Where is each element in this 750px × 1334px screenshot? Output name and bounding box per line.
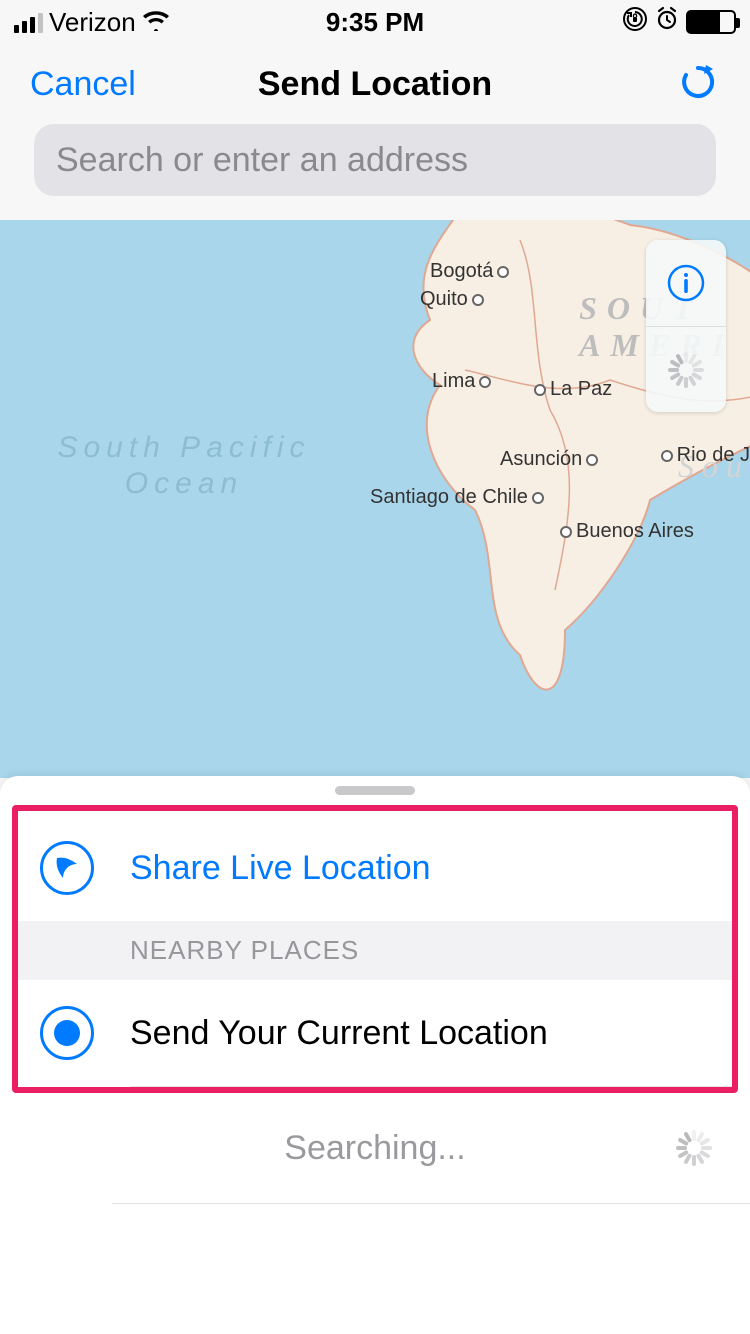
map-controls: [646, 240, 726, 412]
carrier-label: Verizon: [49, 7, 136, 38]
current-location-icon: [38, 1004, 96, 1062]
city-quito: Quito: [420, 288, 488, 311]
share-live-location-row[interactable]: Share Live Location: [18, 815, 732, 921]
send-current-label: Send Your Current Location: [96, 1014, 732, 1053]
nearby-places-header: NEARBY PLACES: [18, 921, 732, 980]
sheet-grabber[interactable]: [335, 786, 415, 795]
cellular-signal-icon: [14, 11, 43, 33]
city-lapaz: La Paz: [530, 378, 612, 401]
loading-spinner-icon: [674, 1128, 714, 1168]
send-current-location-row[interactable]: Send Your Current Location: [18, 980, 732, 1086]
refresh-button[interactable]: [676, 60, 720, 109]
loading-spinner-icon: [666, 350, 706, 390]
divider: [130, 1086, 732, 1087]
cancel-button[interactable]: Cancel: [30, 65, 136, 104]
search-input[interactable]: [34, 124, 716, 196]
map-locate-button[interactable]: [646, 326, 726, 412]
map-info-button[interactable]: [646, 240, 726, 326]
city-rio: Rio de J: [657, 444, 750, 467]
divider: [112, 1203, 750, 1204]
search-bar: [0, 124, 750, 220]
wifi-icon: [142, 9, 170, 36]
status-bar: Verizon 9:35 PM: [0, 0, 750, 44]
navigation-bar: Cancel Send Location: [0, 44, 750, 124]
searching-row: Searching...: [0, 1093, 750, 1203]
searching-label: Searching...: [0, 1129, 750, 1168]
city-lima: Lima: [432, 370, 495, 393]
bottom-sheet: Share Live Location NEARBY PLACES Send Y…: [0, 776, 750, 1334]
city-asuncion: Asunción: [500, 448, 602, 471]
map-view[interactable]: South Pacific Ocean SOUTAMERI Sou Bogotá…: [0, 220, 750, 778]
city-santiago: Santiago de Chile: [370, 486, 548, 509]
annotation-highlight: Share Live Location NEARBY PLACES Send Y…: [12, 805, 738, 1093]
battery-icon: [686, 10, 736, 34]
alarm-icon: [654, 6, 680, 39]
city-bogota: Bogotá: [430, 260, 513, 283]
rotation-lock-icon: [622, 6, 648, 39]
ocean-label: South Pacific Ocean: [24, 430, 344, 502]
city-buenos-aires: Buenos Aires: [556, 520, 694, 543]
share-live-label: Share Live Location: [96, 849, 732, 888]
share-live-icon: [38, 839, 96, 897]
